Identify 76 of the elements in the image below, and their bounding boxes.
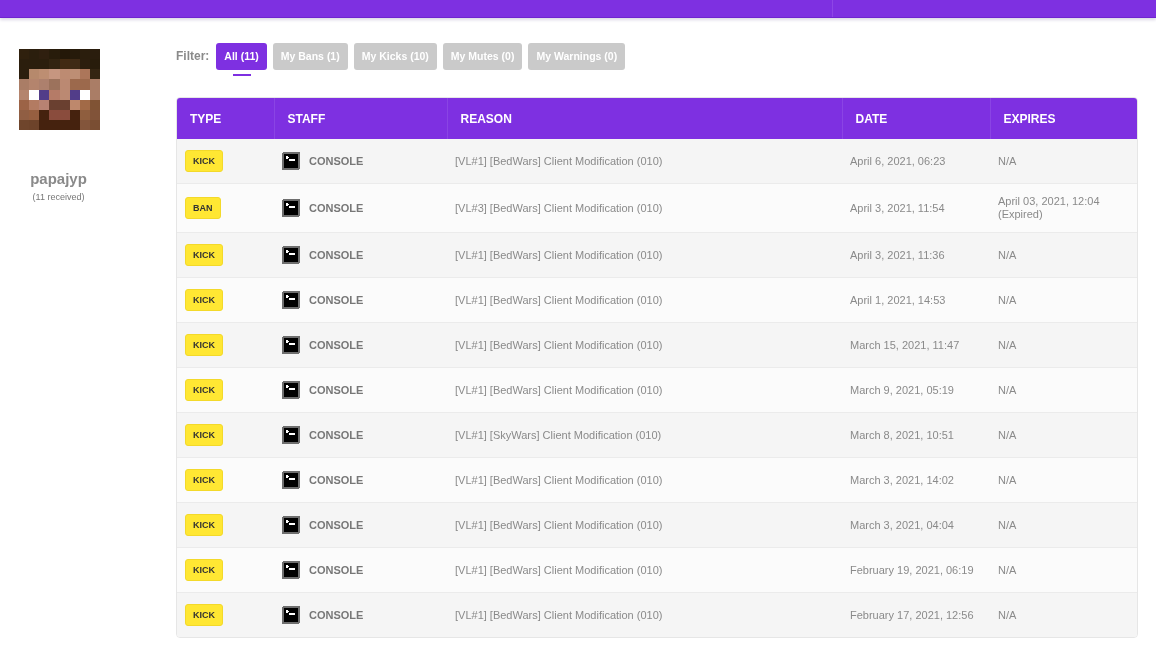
staff-name: CONSOLE [309,608,364,622]
expires-cell: N/A [990,457,1137,503]
date-cell: April 6, 2021, 06:23 [842,139,990,184]
staff-name: CONSOLE [309,563,364,577]
date-cell: February 19, 2021, 06:19 [842,547,990,593]
terminal-icon [282,426,300,444]
type-badge: KICK [185,289,223,311]
date-cell: February 17, 2021, 12:56 [842,592,990,637]
expires-cell: N/A [990,277,1137,323]
date-cell: March 3, 2021, 04:04 [842,502,990,548]
type-badge: KICK [185,559,223,581]
type-badge: KICK [185,604,223,626]
reason-cell: [VL#1] [BedWars] Client Modification (010) [447,139,842,184]
staff-name: CONSOLE [309,201,364,215]
filter-label: Filter: [176,48,210,65]
terminal-icon [282,246,300,264]
staff-name: CONSOLE [309,154,364,168]
terminal-icon [282,152,300,170]
expires-cell: April 03, 2021, 12:04 (Expired) [990,183,1137,233]
type-badge: KICK [185,424,223,446]
staff-name: CONSOLE [309,383,364,397]
received-count: (11 received) [32,191,85,204]
expires-cell: N/A [990,322,1137,368]
staff-name: CONSOLE [309,428,364,442]
staff-name: CONSOLE [309,518,364,532]
date-cell: April 3, 2021, 11:54 [842,183,990,233]
date-cell: March 8, 2021, 10:51 [842,412,990,458]
column-header: EXPIRES [990,98,1137,139]
column-header: DATE [842,98,990,139]
type-badge: KICK [185,150,223,172]
reason-cell: [VL#1] [BedWars] Client Modification (010) [447,277,842,323]
type-badge: KICK [185,379,223,401]
staff-name: CONSOLE [309,473,364,487]
username: papajyp [30,170,87,188]
expires-cell: N/A [990,139,1137,184]
reason-cell: [VL#1] [BedWars] Client Modification (010) [447,547,842,593]
type-badge: KICK [185,469,223,491]
reason-cell: [VL#1] [BedWars] Client Modification (010) [447,457,842,503]
selected-underline [232,74,251,76]
date-cell: April 3, 2021, 11:36 [842,232,990,278]
expires-cell: N/A [990,412,1137,458]
expires-cell: N/A [990,547,1137,593]
terminal-icon [282,471,300,489]
terminal-icon [282,561,300,579]
expires-cell: N/A [990,367,1137,413]
date-cell: March 9, 2021, 05:19 [842,367,990,413]
column-header: REASON [447,98,842,139]
terminal-icon [282,199,300,217]
column-header: TYPE [177,98,274,139]
date-cell: March 3, 2021, 14:02 [842,457,990,503]
reason-cell: [VL#1] [SkyWars] Client Modification (010) [447,412,842,458]
type-badge: KICK [185,244,223,266]
terminal-icon [282,606,300,624]
type-badge: KICK [185,334,223,356]
terminal-icon [282,381,300,399]
reason-cell: [VL#1] [BedWars] Client Modification (010) [447,502,842,548]
staff-name: CONSOLE [309,293,364,307]
reason-cell: [VL#1] [BedWars] Client Modification (010) [447,592,842,637]
filter-tab[interactable]: All (11) [216,43,267,70]
reason-cell: [VL#3] [BedWars] Client Modification (010) [447,183,842,233]
type-badge: KICK [185,514,223,536]
staff-name: CONSOLE [309,338,364,352]
column-header: STAFF [274,98,447,139]
terminal-icon [282,516,300,534]
reason-cell: [VL#1] [BedWars] Client Modification (010) [447,322,842,368]
reason-cell: [VL#1] [BedWars] Client Modification (010) [447,232,842,278]
terminal-icon [282,336,300,354]
terminal-icon [282,291,300,309]
reason-cell: [VL#1] [BedWars] Client Modification (010) [447,367,842,413]
expires-cell: N/A [990,592,1137,637]
date-cell: March 15, 2021, 11:47 [842,322,990,368]
expires-cell: N/A [990,232,1137,278]
staff-name: CONSOLE [309,248,364,262]
date-cell: April 1, 2021, 14:53 [842,277,990,323]
expires-cell: N/A [990,502,1137,548]
type-badge: BAN [185,197,221,219]
